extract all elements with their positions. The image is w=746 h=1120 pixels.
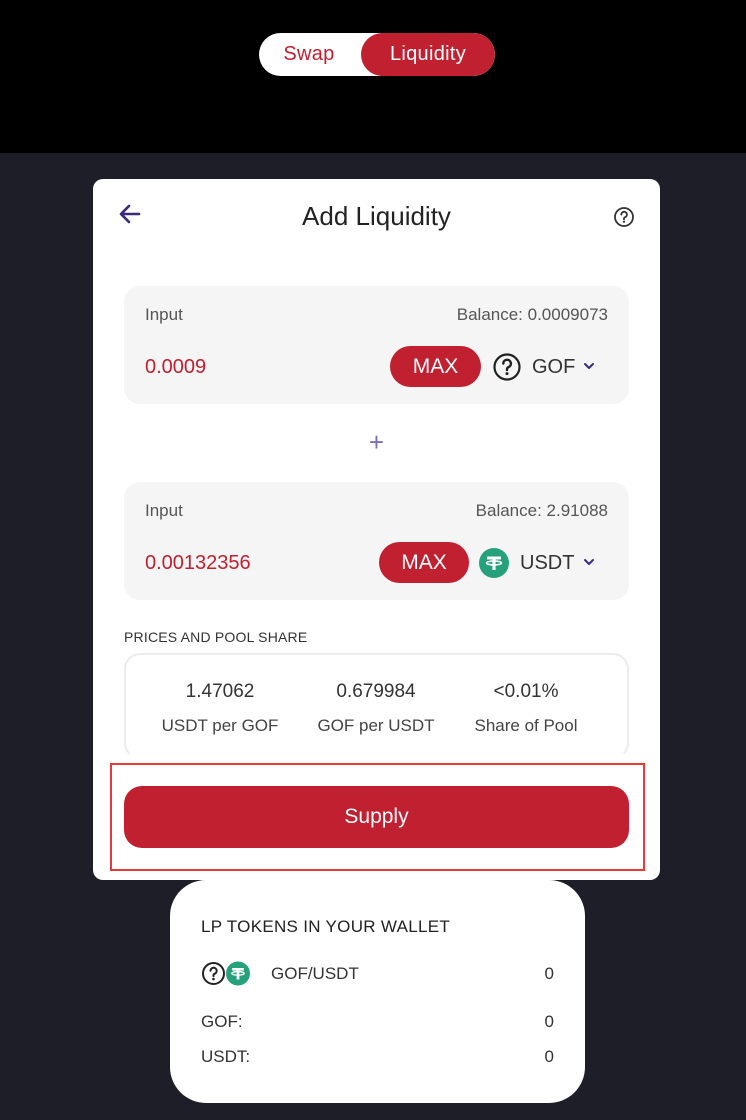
max-button[interactable]: MAX: [379, 542, 469, 583]
token-select-usdt[interactable]: USDT: [520, 552, 574, 575]
price-label: Share of Pool: [474, 716, 578, 735]
balance-text: Balance: 2.91088: [475, 501, 608, 520]
lp-tokens-card: LP TOKENS IN YOUR WALLET GOF/USDT 0 GOF:…: [170, 880, 585, 1103]
price-value: <0.01%: [493, 681, 559, 702]
input-label: Input: [145, 305, 183, 324]
price-gof-per-usdt: 0.679984 GOF per USDT: [301, 681, 451, 736]
price-value: 0.679984: [336, 681, 416, 702]
price-label: USDT per GOF: [161, 716, 279, 735]
top-bar: Swap Liquidity: [0, 0, 746, 153]
question-circle-icon[interactable]: [613, 206, 635, 228]
amount-input[interactable]: 0.00132356: [145, 552, 251, 575]
plus-icon: +: [368, 427, 385, 457]
balance-text: Balance: 0.0009073: [456, 305, 608, 324]
balance-value: 0: [544, 1047, 554, 1066]
share-of-pool: <0.01% Share of Pool: [451, 681, 601, 736]
pair-name: GOF/USDT: [271, 964, 359, 983]
tab-swap[interactable]: Swap: [259, 33, 359, 76]
chevron-down-icon[interactable]: [583, 557, 595, 567]
swap-liquidity-toggle: Swap Liquidity: [259, 33, 495, 76]
question-circle-icon: [202, 962, 225, 985]
section-label: PRICES AND POOL SHARE: [124, 629, 308, 645]
pair-icons: [202, 961, 250, 986]
question-circle-icon[interactable]: [492, 352, 522, 382]
token-select-gof[interactable]: GOF: [532, 356, 575, 379]
page-title: Add Liquidity: [302, 201, 451, 231]
balance-label: GOF:: [201, 1012, 243, 1031]
pair-value: 0: [544, 964, 554, 983]
add-liquidity-card: Add Liquidity Input Balance: 0.0009073 0…: [93, 179, 660, 880]
chevron-down-icon[interactable]: [583, 361, 595, 371]
prices-pool-share-box: 1.47062 USDT per GOF 0.679984 GOF per US…: [124, 653, 629, 759]
lp-tokens-title: LP TOKENS IN YOUR WALLET: [201, 917, 451, 936]
tether-icon[interactable]: [479, 548, 509, 578]
max-button[interactable]: MAX: [390, 346, 481, 387]
amount-input[interactable]: 0.0009: [145, 356, 206, 379]
tab-liquidity[interactable]: Liquidity: [361, 33, 495, 76]
lp-balance-row: GOF: 0: [201, 1012, 554, 1032]
input-panel-gof: Input Balance: 0.0009073 0.0009 MAX GOF: [124, 286, 629, 404]
balance-value: 0: [544, 1012, 554, 1031]
supply-button[interactable]: Supply: [124, 786, 629, 848]
lp-balance-row: USDT: 0: [201, 1047, 554, 1067]
input-label: Input: [145, 501, 183, 520]
price-value: 1.47062: [185, 681, 255, 702]
price-label: GOF per USDT: [317, 716, 435, 735]
input-panel-usdt: Input Balance: 2.91088 0.00132356 MAX US…: [124, 482, 629, 600]
balance-label: USDT:: [201, 1047, 251, 1066]
price-usdt-per-gof: 1.47062 USDT per GOF: [145, 681, 295, 736]
tether-icon: [226, 961, 250, 986]
